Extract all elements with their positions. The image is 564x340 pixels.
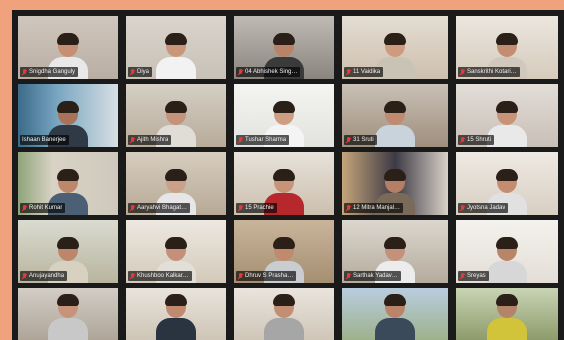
participant-name-tag: 15 Shruti	[458, 135, 495, 145]
participant-name-tag: Sreyas	[458, 271, 489, 281]
participant-name-tag: Aaryahvi Bhagat…	[128, 203, 191, 213]
participant-name-label: Sarthak Yadav…	[353, 273, 398, 279]
mic-muted-icon	[346, 272, 351, 280]
participant-name-tag: 15 Prachie	[236, 203, 277, 213]
participant-video-tile[interactable]: 15 Shruti	[456, 84, 558, 147]
mic-muted-icon	[460, 68, 465, 76]
participant-video-tile[interactable]: Tushar Sharma	[234, 84, 334, 147]
participant-name-tag: Anujayandha	[20, 271, 68, 281]
participant-video-image	[48, 292, 88, 340]
participant-name-tag: Diya	[128, 67, 153, 77]
participant-name-tag: Dhruv S Prasha…	[236, 271, 297, 281]
participant-name-tag: Snigdha Ganguly	[20, 67, 79, 77]
participant-name-label: Dhruv S Prasha…	[245, 273, 294, 279]
participant-video-tile[interactable]	[126, 288, 226, 340]
participant-video-tile[interactable]	[234, 288, 334, 340]
participant-video-image	[487, 292, 527, 340]
mic-muted-icon	[346, 204, 351, 212]
participant-video-tile[interactable]: Ishaan Banerjee	[18, 84, 118, 147]
participant-name-label: Rohit Kumar	[29, 205, 63, 211]
participant-name-label: Snigdha Ganguly	[29, 69, 76, 75]
participant-name-label: 12 Mitra Manjal…	[353, 205, 401, 211]
participant-video-tile[interactable]: Khushboo Kalkar…	[126, 220, 226, 283]
participant-video-tile[interactable]	[18, 288, 118, 340]
mic-muted-icon	[238, 136, 243, 144]
mic-muted-icon	[346, 68, 351, 76]
participant-name-tag: 12 Mitra Manjal…	[344, 203, 404, 213]
participant-name-label: Ajith Mishra	[137, 137, 169, 143]
mic-muted-icon	[22, 204, 27, 212]
mic-muted-icon	[22, 272, 27, 280]
participant-name-tag: Sanskrithi Kotari…	[458, 67, 520, 77]
participant-name-label: Sanskrithi Kotari…	[467, 69, 517, 75]
participant-name-label: 15 Prachie	[245, 205, 274, 211]
participant-name-label: 31 Sruti	[353, 137, 374, 143]
video-call-window: Snigdha Ganguly Diya 04 Abhishek Sing… 11 V…	[12, 10, 564, 340]
participant-video-tile[interactable]: Jyotsna Jadav	[456, 152, 558, 215]
participant-gallery-grid: Snigdha Ganguly Diya 04 Abhishek Sing… 11 V…	[12, 16, 564, 340]
participant-name-tag: Ishaan Banerjee	[20, 135, 69, 145]
participant-video-image	[375, 292, 415, 340]
participant-name-tag: Sarthak Yadav…	[344, 271, 401, 281]
participant-video-tile[interactable]: Rohit Kumar	[18, 152, 118, 215]
participant-video-image	[156, 31, 196, 79]
mic-muted-icon	[130, 68, 135, 76]
participant-video-tile[interactable]: Aaryahvi Bhagat…	[126, 152, 226, 215]
page-background: Snigdha Ganguly Diya 04 Abhishek Sing… 11 V…	[0, 0, 564, 340]
participant-name-label: 11 Vaidika	[353, 69, 381, 75]
participant-video-tile[interactable]	[456, 288, 558, 340]
participant-video-tile[interactable]: Anujayandha	[18, 220, 118, 283]
participant-name-label: 15 Shruti	[467, 137, 492, 143]
participant-name-tag: 04 Abhishek Sing…	[236, 67, 301, 77]
mic-muted-icon	[22, 68, 27, 76]
participant-video-tile[interactable]: 15 Prachie	[234, 152, 334, 215]
mic-muted-icon	[460, 272, 465, 280]
participant-video-tile[interactable]: 31 Sruti	[342, 84, 448, 147]
participant-name-label: Tushar Sharma	[245, 137, 287, 143]
participant-video-image	[375, 99, 415, 147]
participant-video-tile[interactable]: Snigdha Ganguly	[18, 16, 118, 79]
participant-name-label: 04 Abhishek Sing…	[245, 69, 298, 75]
mic-muted-icon	[346, 136, 351, 144]
mic-muted-icon	[130, 136, 135, 144]
participant-video-tile[interactable]: Dhruv S Prasha…	[234, 220, 334, 283]
participant-video-tile[interactable]: Diya	[126, 16, 226, 79]
participant-name-label: Jyotsna Jadav	[467, 205, 506, 211]
participant-video-tile[interactable]: Ajith Mishra	[126, 84, 226, 147]
participant-name-tag: Rohit Kumar	[20, 203, 66, 213]
mic-muted-icon	[130, 272, 135, 280]
participant-video-image	[487, 235, 527, 283]
participant-name-tag: 11 Vaidika	[344, 67, 384, 77]
participant-video-tile[interactable]: 04 Abhishek Sing…	[234, 16, 334, 79]
participant-name-label: Sreyas	[467, 273, 486, 279]
participant-name-tag: Tushar Sharma	[236, 135, 290, 145]
participant-name-tag: Jyotsna Jadav	[458, 203, 509, 213]
participant-name-label: Diya	[137, 69, 150, 75]
participant-video-image	[156, 292, 196, 340]
participant-name-tag: Ajith Mishra	[128, 135, 172, 145]
participant-name-label: Aaryahvi Bhagat…	[137, 205, 188, 211]
participant-video-tile[interactable]: Sanskrithi Kotari…	[456, 16, 558, 79]
participant-video-tile[interactable]: Sarthak Yadav…	[342, 220, 448, 283]
participant-video-tile[interactable]: Sreyas	[456, 220, 558, 283]
participant-name-tag: Khushboo Kalkar…	[128, 271, 192, 281]
mic-muted-icon	[238, 204, 243, 212]
participant-video-image	[264, 292, 304, 340]
mic-muted-icon	[238, 272, 243, 280]
mic-muted-icon	[238, 68, 243, 76]
participant-video-tile[interactable]: 12 Mitra Manjal…	[342, 152, 448, 215]
mic-muted-icon	[460, 136, 465, 144]
participant-name-label: Ishaan Banerjee	[22, 137, 66, 143]
participant-name-label: Khushboo Kalkar…	[137, 273, 189, 279]
participant-name-label: Anujayandha	[29, 273, 65, 279]
mic-muted-icon	[460, 204, 465, 212]
participant-video-tile[interactable]: 11 Vaidika	[342, 16, 448, 79]
participant-name-tag: 31 Sruti	[344, 135, 377, 145]
mic-muted-icon	[130, 204, 135, 212]
participant-video-tile[interactable]	[342, 288, 448, 340]
